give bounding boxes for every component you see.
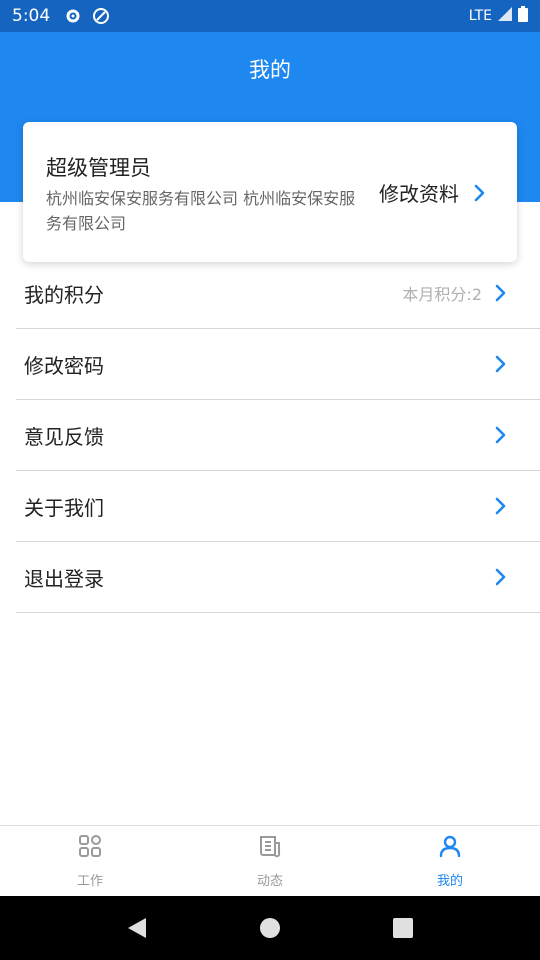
profile-name: 超级管理员 — [46, 156, 151, 180]
tab-mine[interactable]: 我的 — [360, 826, 540, 896]
edit-profile-label: 修改资料 — [379, 182, 459, 206]
news-icon — [258, 834, 282, 862]
grid-icon — [78, 834, 102, 862]
network-type: LTE — [468, 8, 492, 24]
edit-profile-button[interactable]: 修改资料 — [379, 178, 487, 207]
recents-icon[interactable] — [383, 908, 423, 948]
tab-label: 我的 — [436, 874, 463, 889]
menu-item-label: 意见反馈 — [24, 424, 104, 449]
battery-icon — [518, 6, 528, 26]
chevron-right-icon — [494, 425, 508, 445]
menu-item-label: 修改密码 — [24, 353, 104, 378]
chevron-right-icon — [494, 283, 508, 303]
tab-work[interactable]: 工作 — [0, 826, 180, 896]
settings-gear-icon — [64, 7, 82, 25]
settings-menu: 我的积分 本月积分:2 修改密码 意见反馈 关于我们 退出登录 — [16, 258, 540, 613]
page-title: 我的 — [249, 58, 291, 82]
user-icon — [438, 834, 462, 862]
tab-label: 工作 — [76, 874, 103, 889]
menu-item-feedback[interactable]: 意见反馈 — [16, 400, 540, 471]
chevron-right-icon — [494, 354, 508, 374]
menu-item-label: 退出登录 — [24, 566, 104, 591]
signal-icon — [498, 7, 512, 25]
back-icon[interactable] — [117, 908, 157, 948]
status-bar: 5:04 LTE — [0, 0, 540, 32]
menu-item-about-us[interactable]: 关于我们 — [16, 471, 540, 542]
menu-item-logout[interactable]: 退出登录 — [16, 542, 540, 613]
profile-card[interactable]: 超级管理员 杭州临安保安服务有限公司 杭州临安保安服务有限公司 修改资料 — [23, 122, 517, 262]
profile-company: 杭州临安保安服务有限公司 杭州临安保安服务有限公司 — [46, 189, 356, 233]
bottom-tab-bar: 工作 动态 我的 — [0, 825, 540, 896]
monthly-points-value: 本月积分:2 — [402, 285, 482, 304]
tab-news[interactable]: 动态 — [180, 826, 360, 896]
menu-item-points[interactable]: 我的积分 本月积分:2 — [16, 258, 540, 329]
chevron-right-icon — [494, 567, 508, 587]
chevron-right-icon — [473, 183, 487, 203]
chevron-right-icon — [494, 496, 508, 516]
home-icon[interactable] — [250, 908, 290, 948]
system-nav-bar — [0, 896, 540, 960]
menu-item-label: 我的积分 — [24, 282, 104, 307]
menu-item-label: 关于我们 — [24, 495, 104, 520]
status-time: 5:04 — [12, 6, 51, 26]
data-saver-icon — [92, 7, 110, 25]
menu-item-change-password[interactable]: 修改密码 — [16, 329, 540, 400]
tab-label: 动态 — [256, 874, 283, 889]
